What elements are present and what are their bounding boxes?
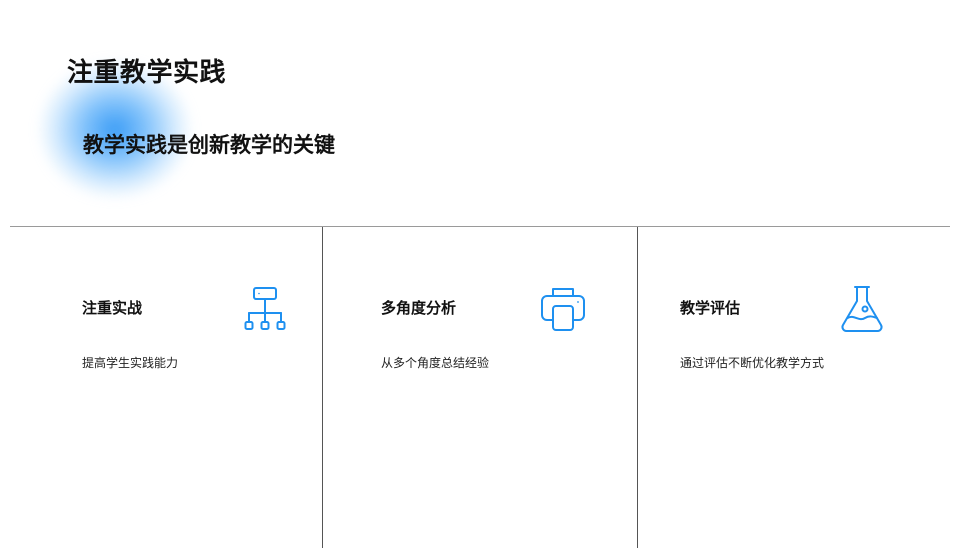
- org-chart-icon: [240, 284, 290, 334]
- printer-icon: [538, 284, 588, 334]
- card-description: 从多个角度总结经验: [381, 356, 490, 370]
- card-title: 多角度分析: [381, 299, 457, 317]
- card-title: 教学评估: [680, 299, 741, 317]
- card-title: 注重实战: [82, 299, 143, 317]
- card-description: 提高学生实践能力: [82, 356, 179, 370]
- horizontal-divider: [10, 226, 950, 227]
- column-divider-2: [637, 227, 638, 548]
- flask-icon: [837, 284, 887, 334]
- card-description: 通过评估不断优化教学方式: [680, 356, 825, 370]
- slide-title: 注重教学实践: [67, 58, 227, 88]
- slide-subtitle: 教学实践是创新教学的关键: [83, 133, 335, 157]
- column-divider-1: [322, 227, 323, 548]
